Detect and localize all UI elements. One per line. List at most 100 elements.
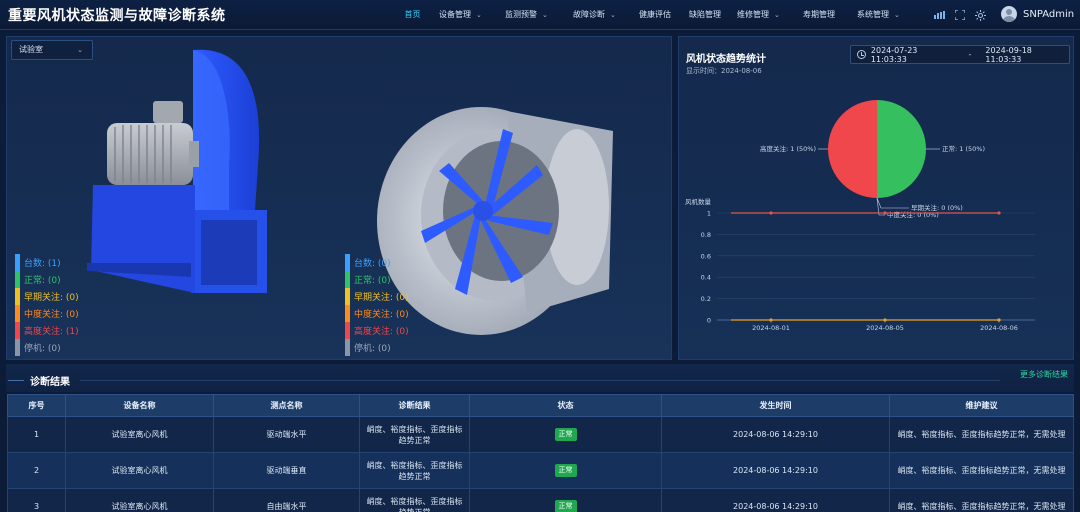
trend-chart: 正常: 1 (50%)高度关注: 1 (50%)早期关注: 0 (0%)中度关注… — [685, 100, 1035, 332]
nav-monitoring-warning[interactable]: 监测预警 ⌄ — [505, 0, 567, 30]
legend-color — [345, 305, 350, 322]
chevron-down-icon: ⌄ — [610, 11, 616, 19]
y-tick-label: 0 — [707, 317, 711, 325]
y-tick-label: 0.8 — [701, 231, 711, 239]
cell-device: 试验室离心风机 — [65, 452, 214, 489]
data-point — [769, 318, 773, 322]
divider — [80, 380, 1000, 381]
nav-system-management[interactable]: 系统管理 ⌄ — [857, 0, 915, 30]
cell-result: 峭度、裕度指标、歪度指标趋势正常 — [359, 416, 470, 453]
legend-item: 中度关注: (0) — [15, 305, 79, 322]
diagnosis-table: 序号 设备名称 测点名称 诊断结果 状态 发生时间 维护建议 1 试验室离心风机… — [7, 394, 1074, 512]
cell-point: 自由端水平 — [213, 488, 360, 512]
centrifugal-fan-image[interactable] — [83, 45, 283, 307]
legend-color — [15, 322, 20, 339]
legend-item: 正常: (0) — [15, 271, 79, 288]
data-point — [883, 318, 887, 322]
x-tick-label: 2024-08-05 — [866, 324, 904, 332]
signal-icon[interactable] — [930, 0, 950, 30]
legend-color — [15, 271, 20, 288]
legend-color — [15, 339, 20, 356]
status-badge: 正常 — [554, 464, 577, 477]
table-row[interactable]: 1 试验室离心风机 驱动端水平 峭度、裕度指标、歪度指标趋势正常 正常 2024… — [7, 416, 1074, 453]
main-nav: 首页 设备管理 ⌄ 监测预警 ⌄ 故障诊断 ⌄ 健康评估 缺陷管理 维修管理 ⌄ 寿期管… — [396, 0, 915, 30]
site-select[interactable]: 试验室 ⌄ — [11, 40, 93, 60]
legend-centrifugal: 台数: (1) 正常: (0) 早期关注: (0) 中度关注: (0) 高度关注… — [15, 254, 79, 356]
user-menu[interactable]: SNPAdmin — [1001, 6, 1074, 22]
legend-item: 中度关注: (0) — [345, 305, 409, 322]
legend-item: 早期关注: (0) — [15, 288, 79, 305]
status-badge: 正常 — [554, 428, 577, 441]
nav-device-management[interactable]: 设备管理 ⌄ — [439, 0, 499, 30]
nav-lifecycle-management[interactable]: 寿期管理 — [803, 0, 847, 30]
cell-advice: 峭度、裕度指标、歪度指标趋势正常，无需处理 — [889, 488, 1074, 512]
table-header-row: 序号 设备名称 测点名称 诊断结果 状态 发生时间 维护建议 — [7, 394, 1074, 417]
cell-index: 3 — [7, 488, 66, 512]
more-diagnosis-link[interactable]: 更多诊断结果 — [1020, 369, 1068, 380]
table-row[interactable]: 3 试验室离心风机 自由端水平 峭度、裕度指标、歪度指标趋势正常 正常 2024… — [7, 488, 1074, 512]
legend-item: 高度关注: (1) — [15, 322, 79, 339]
col-advice: 维护建议 — [889, 394, 1074, 417]
equipment-panel: 试验室 ⌄ 台数: (1) 正常: (0) 早期关注: (0) 中度关注: (0… — [6, 36, 672, 360]
cell-time: 2024-08-06 14:29:10 — [661, 488, 890, 512]
top-bar: 重要风机状态监测与故障诊断系统 首页 设备管理 ⌄ 监测预警 ⌄ 故障诊断 ⌄ 健康评… — [0, 0, 1080, 30]
col-index: 序号 — [7, 394, 66, 417]
col-result: 诊断结果 — [359, 394, 470, 417]
legend-color — [345, 254, 350, 271]
data-point — [997, 211, 1001, 215]
y-tick-label: 1 — [707, 210, 711, 218]
cell-device: 试验室离心风机 — [65, 488, 214, 512]
pie-slice — [877, 100, 926, 198]
top-icon-group — [930, 0, 990, 30]
legend-color — [345, 288, 350, 305]
legend-color — [345, 339, 350, 356]
cell-status: 正常 — [469, 416, 662, 453]
theme-icon[interactable] — [970, 0, 990, 30]
legend-item: 高度关注: (0) — [345, 322, 409, 339]
pie-label: 正常: 1 (50%) — [942, 144, 985, 153]
nav-maintenance-management[interactable]: 维修管理 ⌄ — [737, 0, 797, 30]
cell-time: 2024-08-06 14:29:10 — [661, 452, 890, 489]
status-badge: 正常 — [554, 500, 577, 512]
y-tick-label: 0.2 — [701, 295, 711, 303]
legend-item: 停机: (0) — [15, 339, 79, 356]
cell-status: 正常 — [469, 452, 662, 489]
nav-defect-management[interactable]: 缺陷管理 — [689, 0, 733, 30]
chevron-down-icon: ⌄ — [542, 11, 548, 19]
legend-item: 早期关注: (0) — [345, 288, 409, 305]
trend-panel: 风机状态趋势统计 显示时间：2024-08-06 2024-07-23 11:0… — [678, 36, 1074, 360]
col-status: 状态 — [469, 394, 662, 417]
col-device-name: 设备名称 — [65, 394, 214, 417]
cell-advice: 峭度、裕度指标、歪度指标趋势正常，无需处理 — [889, 452, 1074, 489]
nav-home[interactable]: 首页 — [396, 0, 429, 30]
legend-item: 台数: (0) — [345, 254, 409, 271]
cell-result: 峭度、裕度指标、歪度指标趋势正常 — [359, 452, 470, 489]
col-point-name: 测点名称 — [213, 394, 360, 417]
cell-time: 2024-08-06 14:29:10 — [661, 416, 890, 453]
legend-color — [15, 254, 20, 271]
legend-item: 停机: (0) — [345, 339, 409, 356]
data-point — [883, 211, 887, 215]
x-tick-label: 2024-08-06 — [980, 324, 1018, 332]
axial-fan-image[interactable] — [377, 99, 613, 337]
cell-point: 驱动端水平 — [213, 416, 360, 453]
x-tick-label: 2024-08-01 — [752, 324, 790, 332]
legend-color — [15, 305, 20, 322]
fullscreen-icon[interactable] — [950, 0, 970, 30]
chevron-down-icon: ⌄ — [774, 11, 780, 19]
cell-index: 2 — [7, 452, 66, 489]
cell-result: 峭度、裕度指标、歪度指标趋势正常 — [359, 488, 470, 512]
y-tick-label: 0.4 — [701, 274, 711, 282]
cell-device: 试验室离心风机 — [65, 416, 214, 453]
legend-color — [345, 322, 350, 339]
pie-label: 中度关注: 0 (0%) — [887, 210, 939, 219]
nav-fault-diagnosis[interactable]: 故障诊断 ⌄ — [573, 0, 633, 30]
chevron-down-icon: ⌄ — [894, 11, 900, 19]
legend-item: 台数: (1) — [15, 254, 79, 271]
table-row[interactable]: 2 试验室离心风机 驱动端垂直 峭度、裕度指标、歪度指标趋势正常 正常 2024… — [7, 452, 1074, 489]
data-point — [997, 318, 1001, 322]
y-axis-label: 风机数量 — [685, 197, 712, 206]
pie-label: 高度关注: 1 (50%) — [760, 144, 816, 153]
nav-health-assessment[interactable]: 健康评估 — [639, 0, 683, 30]
diagnosis-title: 诊断结果 — [30, 377, 70, 388]
